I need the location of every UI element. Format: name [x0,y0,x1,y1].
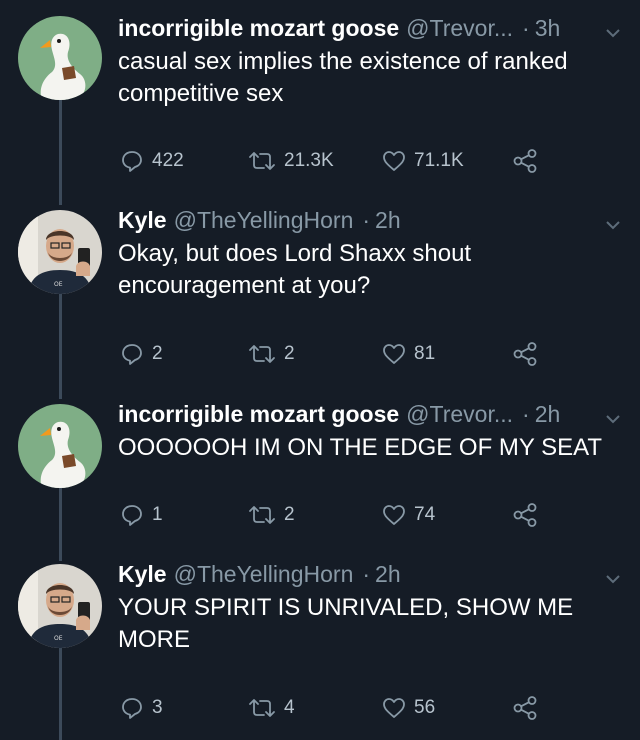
like-button[interactable]: 74 [382,502,435,528]
like-count: 74 [414,504,436,525]
retweet-button[interactable]: 21.3K [248,148,334,174]
like-button[interactable]: 56 [382,695,435,721]
retweet-button[interactable]: 2 [248,502,295,528]
tweet-text: casual sex implies the existence of rank… [118,48,568,107]
reply-count: 2 [152,343,163,364]
author-name[interactable]: Kyle [118,206,167,234]
like-button[interactable]: 71.1K [382,148,464,174]
reply-button[interactable]: 3 [120,695,163,721]
tweet-text: OOOOOOH IM ON THE EDGE OF MY SEAT [118,434,603,461]
timestamp[interactable]: 2h [375,206,401,234]
action-bar: 3 4 56 [120,695,560,721]
separator-dot: · [522,15,530,41]
reply-button[interactable]: 1 [120,502,163,528]
action-bar: 422 21.3K 71.1K [120,148,560,174]
reply-icon [122,151,142,172]
timestamp[interactable]: 2h [535,400,561,428]
retweet-icon [249,699,275,717]
share-button[interactable] [512,148,538,174]
reply-button[interactable]: 2 [120,341,163,367]
goose-avatar[interactable] [18,404,102,488]
tweet-text: YOUR SPIRIT IS UNRIVALED, SHOW ME MORE [118,594,574,653]
reply-icon [122,505,142,526]
retweet-count: 4 [284,697,295,718]
tweet-text: Okay, but does Lord Shaxx shout encourag… [118,240,472,299]
share-button[interactable] [512,695,538,721]
tweet[interactable]: OE Kyle @TheYellingHorn · 2h Okay, but d… [0,200,640,390]
author-name[interactable]: incorrigible mozart goose [118,14,399,42]
retweet-icon [249,152,275,170]
reply-count: 3 [152,697,163,718]
share-button[interactable] [512,341,538,367]
action-bar: 1 2 74 [120,502,560,528]
chevron-down-icon[interactable] [604,216,622,234]
retweet-count: 2 [284,504,295,525]
author-handle[interactable]: @Trevor... [406,14,513,42]
retweet-count: 21.3K [284,150,334,171]
tweet[interactable]: incorrigible mozart goose @Trevor... · 3… [0,0,640,200]
person-avatar[interactable]: OE [18,210,102,294]
chevron-down-icon[interactable] [604,570,622,588]
retweet-button[interactable]: 4 [248,695,295,721]
share-icon [513,696,537,720]
heart-icon [383,151,405,171]
reply-icon [122,698,142,719]
separator-dot: · [362,561,371,587]
share-icon [513,503,537,527]
svg-text:OE: OE [54,635,63,642]
author-name[interactable]: Kyle [118,560,167,588]
heart-icon [383,698,405,718]
share-icon [513,342,537,366]
author-handle[interactable]: @TheYellingHorn [174,560,354,588]
like-count: 56 [414,697,436,718]
goose-avatar[interactable] [18,16,102,100]
heart-icon [383,505,405,525]
reply-count: 422 [152,150,184,171]
retweet-count: 2 [284,343,295,364]
share-icon [513,149,537,173]
retweet-icon [249,506,275,524]
author-handle[interactable]: @Trevor... [406,400,513,428]
tweet[interactable]: incorrigible mozart goose @Trevor... · 2… [0,390,640,550]
svg-text:OE: OE [54,281,63,288]
retweet-icon [249,345,275,363]
reply-count: 1 [152,504,163,525]
person-avatar[interactable]: OE [18,564,102,648]
author-handle[interactable]: @TheYellingHorn [174,206,354,234]
share-button[interactable] [512,502,538,528]
retweet-button[interactable]: 2 [248,341,295,367]
reply-button[interactable]: 422 [120,148,184,174]
like-count: 81 [414,343,436,364]
separator-dot: · [362,207,371,233]
tweet[interactable]: OE Kyle @TheYellingHorn · 2h YOUR SPIRIT… [0,550,640,740]
timestamp[interactable]: 3h [535,14,561,42]
author-name[interactable]: incorrigible mozart goose [118,400,399,428]
like-button[interactable]: 81 [382,341,435,367]
separator-dot: · [522,401,530,427]
chevron-down-icon[interactable] [604,24,622,42]
timestamp[interactable]: 2h [375,560,401,588]
action-bar: 2 2 81 [120,341,560,367]
heart-icon [383,344,405,364]
reply-icon [122,344,142,365]
chevron-down-icon[interactable] [604,410,622,428]
like-count: 71.1K [414,150,464,171]
